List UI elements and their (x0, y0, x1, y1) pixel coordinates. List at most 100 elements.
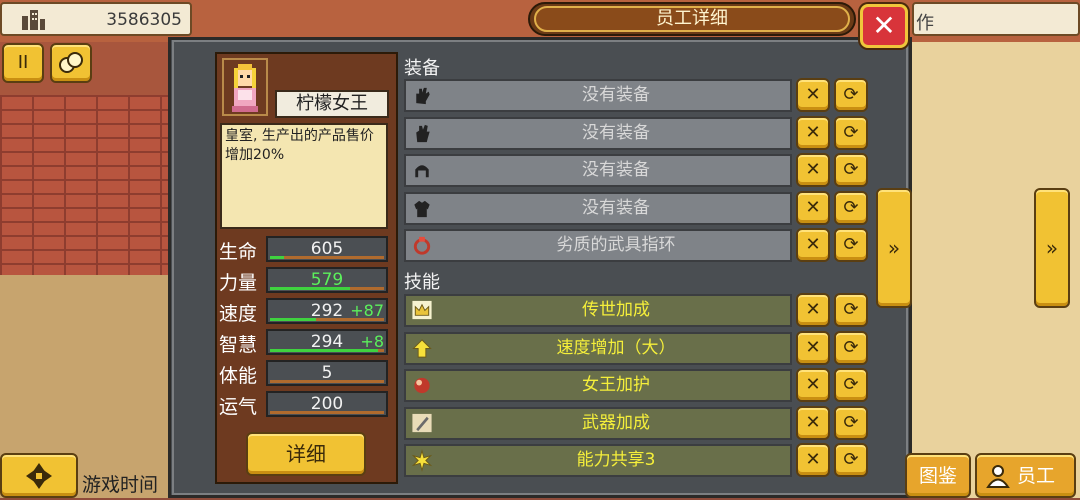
remove-skill-button[interactable]: ✕ (796, 331, 830, 365)
stat-label: 智慧 (219, 334, 258, 356)
equipment-slot[interactable]: 劣质的武具指环 (404, 229, 792, 262)
remove-icon: ✕ (805, 449, 821, 470)
pause-icon: II (17, 52, 29, 73)
helmet-icon (415, 165, 429, 178)
staff-label: 员工 (1017, 465, 1056, 487)
glove-icon (416, 87, 430, 105)
stat-bonus: +8 (360, 332, 384, 351)
pedia-label: 图鉴 (918, 465, 957, 487)
detail-button[interactable]: 详细 (246, 432, 366, 476)
stat-label: 力量 (219, 272, 258, 294)
unequip-button[interactable]: ✕ (796, 78, 830, 112)
swap-icon: ⟳ (843, 84, 859, 105)
stat-bar: 294 +8 (266, 329, 388, 355)
orb-icon (414, 377, 430, 394)
remove-icon: ✕ (805, 197, 821, 218)
coins-icon (59, 52, 83, 73)
stat-bar: 605 (266, 236, 388, 262)
skill-name: 能力共享3 (576, 450, 656, 470)
swap-icon: ⟳ (843, 234, 859, 255)
stat-value: 605 (310, 239, 344, 259)
equipment-slot[interactable]: 没有装备 (404, 117, 792, 150)
skill-name: 女王加护 (582, 375, 650, 395)
skill-name: 武器加成 (582, 413, 650, 433)
equipment-name: 没有装备 (582, 123, 650, 143)
close-button[interactable]: ✕ (860, 4, 908, 48)
remove-icon: ✕ (805, 84, 821, 105)
swap-icon: ⟳ (843, 337, 859, 358)
stat-label: 体能 (219, 365, 258, 387)
stat-bar: 292 +87 (266, 298, 388, 324)
swap-skill-button[interactable]: ⟳ (834, 331, 868, 365)
swap-equipment-button[interactable]: ⟳ (834, 78, 868, 112)
pedia-button[interactable]: 图鉴 (905, 453, 971, 498)
pause-button[interactable]: II (2, 43, 44, 83)
stat-label: 运气 (219, 396, 258, 418)
remove-skill-button[interactable]: ✕ (796, 406, 830, 440)
stat-label: 速度 (219, 303, 258, 325)
swap-equipment-button[interactable]: ⟳ (834, 191, 868, 225)
ring-icon (413, 236, 431, 255)
double-chevron-right-icon: » (1045, 236, 1059, 260)
equipment-slot[interactable]: 没有装备 (404, 79, 792, 112)
skill-row[interactable]: 女王加护 (404, 369, 792, 402)
equipment-name: 没有装备 (582, 160, 650, 180)
speed-button[interactable] (50, 43, 92, 83)
swap-icon: ⟳ (843, 159, 859, 180)
unequip-button[interactable]: ✕ (796, 191, 830, 225)
sword-icon (412, 413, 432, 433)
unequip-button[interactable]: ✕ (796, 228, 830, 262)
equipment-slot[interactable]: 没有装备 (404, 154, 792, 187)
skill-name: 速度增加（大） (556, 338, 676, 358)
burst-icon (411, 449, 433, 472)
swap-equipment-button[interactable]: ⟳ (834, 116, 868, 150)
remove-icon: ✕ (805, 337, 821, 358)
remove-icon: ✕ (805, 412, 821, 433)
top-right-label: 作 (916, 13, 934, 34)
skill-name: 传世加成 (582, 300, 650, 320)
remove-icon: ✕ (805, 299, 821, 320)
swap-equipment-button[interactable]: ⟳ (834, 228, 868, 262)
move-button[interactable] (0, 453, 78, 498)
remove-skill-button[interactable]: ✕ (796, 368, 830, 402)
gauntlet-icon (416, 124, 430, 143)
unequip-button[interactable]: ✕ (796, 116, 830, 150)
swap-icon: ⟳ (843, 122, 859, 143)
skill-row[interactable]: 能力共享3 (404, 444, 792, 477)
swap-skill-button[interactable]: ⟳ (834, 443, 868, 477)
stat-bar: 5 (266, 360, 388, 386)
equipment-name: 没有装备 (582, 198, 650, 218)
remove-icon: ✕ (805, 234, 821, 255)
next-page-button[interactable]: » (1034, 188, 1070, 308)
swap-skill-button[interactable]: ⟳ (834, 368, 868, 402)
swap-skill-button[interactable]: ⟳ (834, 406, 868, 440)
staff-button[interactable]: 员工 (975, 453, 1076, 498)
stat-value: 579 (310, 270, 344, 290)
skill-row[interactable]: 传世加成 (404, 294, 792, 327)
staff-icon (986, 465, 1010, 488)
character-description: 皇室, 生产出的产品售价增加20% (220, 123, 388, 229)
money-bar: 3586305 (0, 2, 192, 36)
swap-icon: ⟳ (843, 412, 859, 433)
close-icon: ✕ (872, 9, 896, 42)
dpad-icon (26, 463, 52, 489)
dialog-title: 员工详细 (534, 6, 850, 32)
swap-skill-button[interactable]: ⟳ (834, 293, 868, 327)
game-time-label: 游戏时间 (82, 474, 159, 496)
stat-bonus: +87 (350, 301, 384, 320)
equipment-header: 装备 (404, 58, 440, 79)
equipment-slot[interactable]: 没有装备 (404, 192, 792, 225)
equipment-name: 没有装备 (582, 85, 650, 105)
skill-row[interactable]: 武器加成 (404, 407, 792, 440)
remove-skill-button[interactable]: ✕ (796, 443, 830, 477)
swap-icon: ⟳ (843, 197, 859, 218)
unequip-button[interactable]: ✕ (796, 153, 830, 187)
double-chevron-right-icon: » (887, 236, 901, 260)
skill-row[interactable]: 速度增加（大） (404, 332, 792, 365)
swap-equipment-button[interactable]: ⟳ (834, 153, 868, 187)
skills-header: 技能 (404, 272, 440, 293)
building-icon (22, 10, 45, 30)
next-employee-button[interactable]: » (876, 188, 912, 308)
top-right-panel: 作 (912, 2, 1080, 36)
remove-skill-button[interactable]: ✕ (796, 293, 830, 327)
